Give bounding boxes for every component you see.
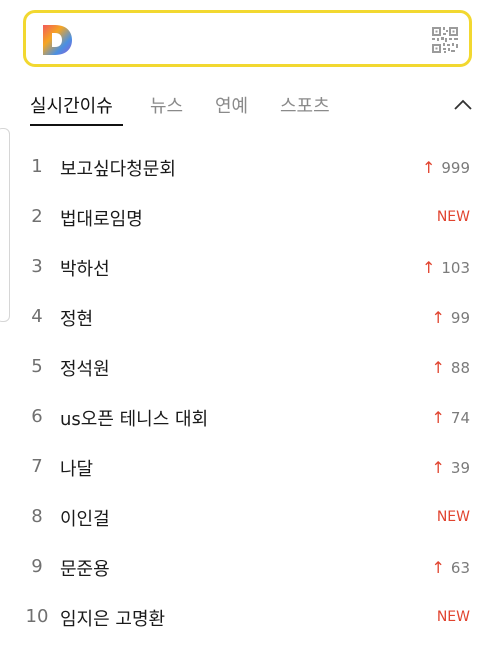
chevron-up-icon[interactable]	[452, 94, 474, 116]
rank-change: ↑ 88	[432, 358, 471, 377]
trend-row[interactable]: 4 정현 ↑ 99	[0, 293, 500, 341]
trend-rank: 4	[31, 306, 43, 327]
daum-logo-icon[interactable]	[40, 23, 74, 57]
arrow-up-icon: ↑	[431, 308, 445, 327]
new-badge: NEW	[436, 609, 470, 625]
trend-row[interactable]: 5 정석원 ↑ 88	[0, 343, 500, 391]
trend-row[interactable]: 3 박하선 ↑ 103	[0, 243, 500, 291]
tab-entertainment[interactable]: 연예	[215, 92, 248, 118]
rank-change-value: 99	[450, 309, 470, 327]
arrow-up-icon: ↑	[421, 258, 436, 277]
trend-rank: 8	[31, 506, 43, 527]
trend-rank: 10	[25, 606, 49, 627]
rank-change: ↑ 39	[432, 458, 471, 477]
arrow-up-icon: ↑	[431, 458, 445, 477]
trend-keyword[interactable]: 정석원	[60, 355, 110, 381]
tab-news[interactable]: 뉴스	[150, 92, 183, 118]
rank-change: ↑ 63	[432, 558, 471, 577]
active-tab-indicator	[30, 124, 123, 126]
new-badge: NEW	[436, 209, 470, 225]
rank-change-value: 88	[450, 359, 470, 377]
trend-row[interactable]: 1 보고싶다청문회 ↑ 999	[0, 143, 500, 191]
trend-rank: 9	[31, 556, 43, 577]
rank-change-value: 999	[441, 159, 470, 177]
trend-row[interactable]: 8 이인걸 NEW	[0, 493, 500, 541]
trend-keyword[interactable]: 보고싶다청문회	[60, 155, 176, 181]
search-box[interactable]	[23, 10, 472, 67]
tab-sports[interactable]: 스포츠	[280, 92, 330, 118]
qr-code-icon[interactable]	[431, 26, 459, 54]
rank-change-value: 63	[450, 559, 470, 577]
arrow-up-icon: ↑	[431, 558, 445, 577]
trend-row[interactable]: 6 us오픈 테니스 대회 ↑ 74	[0, 393, 500, 441]
rank-change-value: 74	[450, 409, 470, 427]
new-badge: NEW	[436, 509, 470, 525]
trend-keyword[interactable]: 문준용	[60, 555, 110, 581]
trend-rank: 3	[31, 256, 43, 277]
trend-rank: 7	[31, 456, 43, 477]
trend-keyword[interactable]: 법대로임명	[60, 205, 143, 231]
category-tabs: 실시간이슈 뉴스 연예 스포츠	[30, 90, 475, 130]
tab-realtime-issue[interactable]: 실시간이슈	[30, 92, 113, 118]
rank-change-value: 103	[441, 259, 470, 277]
rank-change: ↑ 999	[422, 158, 470, 177]
trend-rank: 2	[31, 206, 43, 227]
trend-keyword[interactable]: 이인걸	[60, 505, 110, 531]
trend-keyword[interactable]: 임지은 고명환	[60, 605, 165, 631]
rank-change-value: 39	[450, 459, 470, 477]
arrow-up-icon: ↑	[421, 158, 436, 177]
rank-change: ↑ 103	[422, 258, 470, 277]
arrow-up-icon: ↑	[431, 408, 445, 427]
trend-keyword[interactable]: us오픈 테니스 대회	[60, 405, 208, 431]
trend-row[interactable]: 7 나달 ↑ 39	[0, 443, 500, 491]
trend-row[interactable]: 9 문준용 ↑ 63	[0, 543, 500, 591]
trend-keyword[interactable]: 정현	[60, 305, 93, 331]
rank-change: ↑ 74	[432, 408, 471, 427]
arrow-up-icon: ↑	[431, 358, 445, 377]
trend-rank: 1	[31, 156, 43, 177]
trend-row[interactable]: 10 임지은 고명환 NEW	[0, 593, 500, 641]
trend-row[interactable]: 2 법대로임명 NEW	[0, 193, 500, 241]
rank-change: ↑ 99	[432, 308, 471, 327]
trend-keyword[interactable]: 박하선	[60, 255, 110, 281]
trend-keyword[interactable]: 나달	[60, 455, 93, 481]
trend-rank: 6	[31, 406, 43, 427]
trend-rank: 5	[31, 356, 43, 377]
